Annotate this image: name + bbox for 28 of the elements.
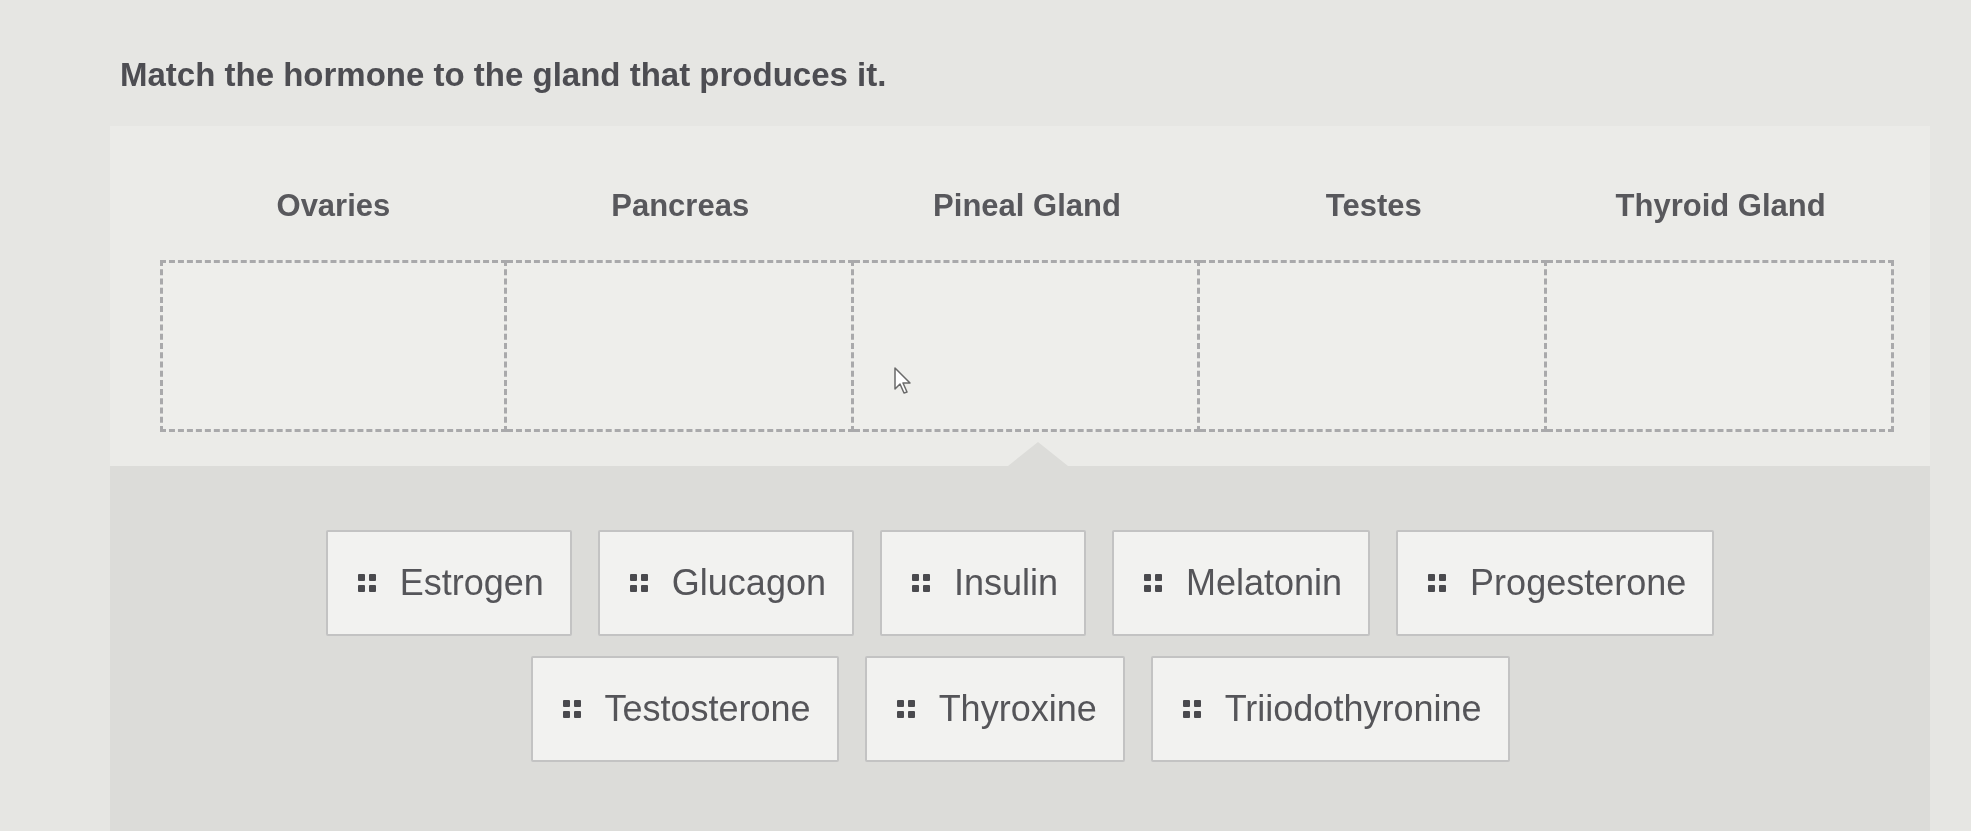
hormone-chip[interactable]: Triiodothyronine	[1150, 656, 1510, 762]
drop-zone[interactable]	[853, 260, 1201, 432]
hormone-chip[interactable]: Testosterone	[530, 656, 839, 762]
gland-heading: Thyroid Gland	[1614, 187, 1827, 225]
drag-handle-icon	[911, 574, 930, 592]
drop-zone[interactable]	[506, 260, 854, 432]
drag-handle-icon	[357, 574, 376, 592]
drag-handle-icon	[562, 700, 581, 718]
hormone-chip[interactable]: Estrogen	[325, 530, 572, 636]
gland-heading: Testes	[1324, 187, 1423, 225]
gland-heading: Ovaries	[275, 187, 392, 225]
gland-heading: Pineal Gland	[932, 187, 1122, 225]
hormone-chip[interactable]: Melatonin	[1112, 530, 1371, 636]
question-text: Match the hormone to the gland that produces it.	[119, 55, 888, 95]
gland-heading: Pancreas	[610, 187, 751, 225]
hormone-chip[interactable]: Insulin	[879, 530, 1086, 636]
hormone-chip[interactable]: Thyroxine	[864, 656, 1125, 762]
drag-handle-icon	[1182, 700, 1201, 718]
drag-handle-icon	[1144, 574, 1162, 592]
drop-zone[interactable]	[1200, 260, 1548, 432]
mouse-pointer-icon	[893, 367, 914, 395]
drag-handle-icon	[896, 700, 915, 718]
drop-zone[interactable]	[160, 260, 507, 432]
hormone-chip[interactable]: Progesterone	[1396, 530, 1715, 636]
drop-zone[interactable]	[1547, 260, 1894, 432]
drag-handle-icon	[629, 574, 648, 592]
hormone-chip[interactable]: Glucagon	[597, 530, 854, 636]
drag-handle-icon	[1428, 574, 1447, 592]
